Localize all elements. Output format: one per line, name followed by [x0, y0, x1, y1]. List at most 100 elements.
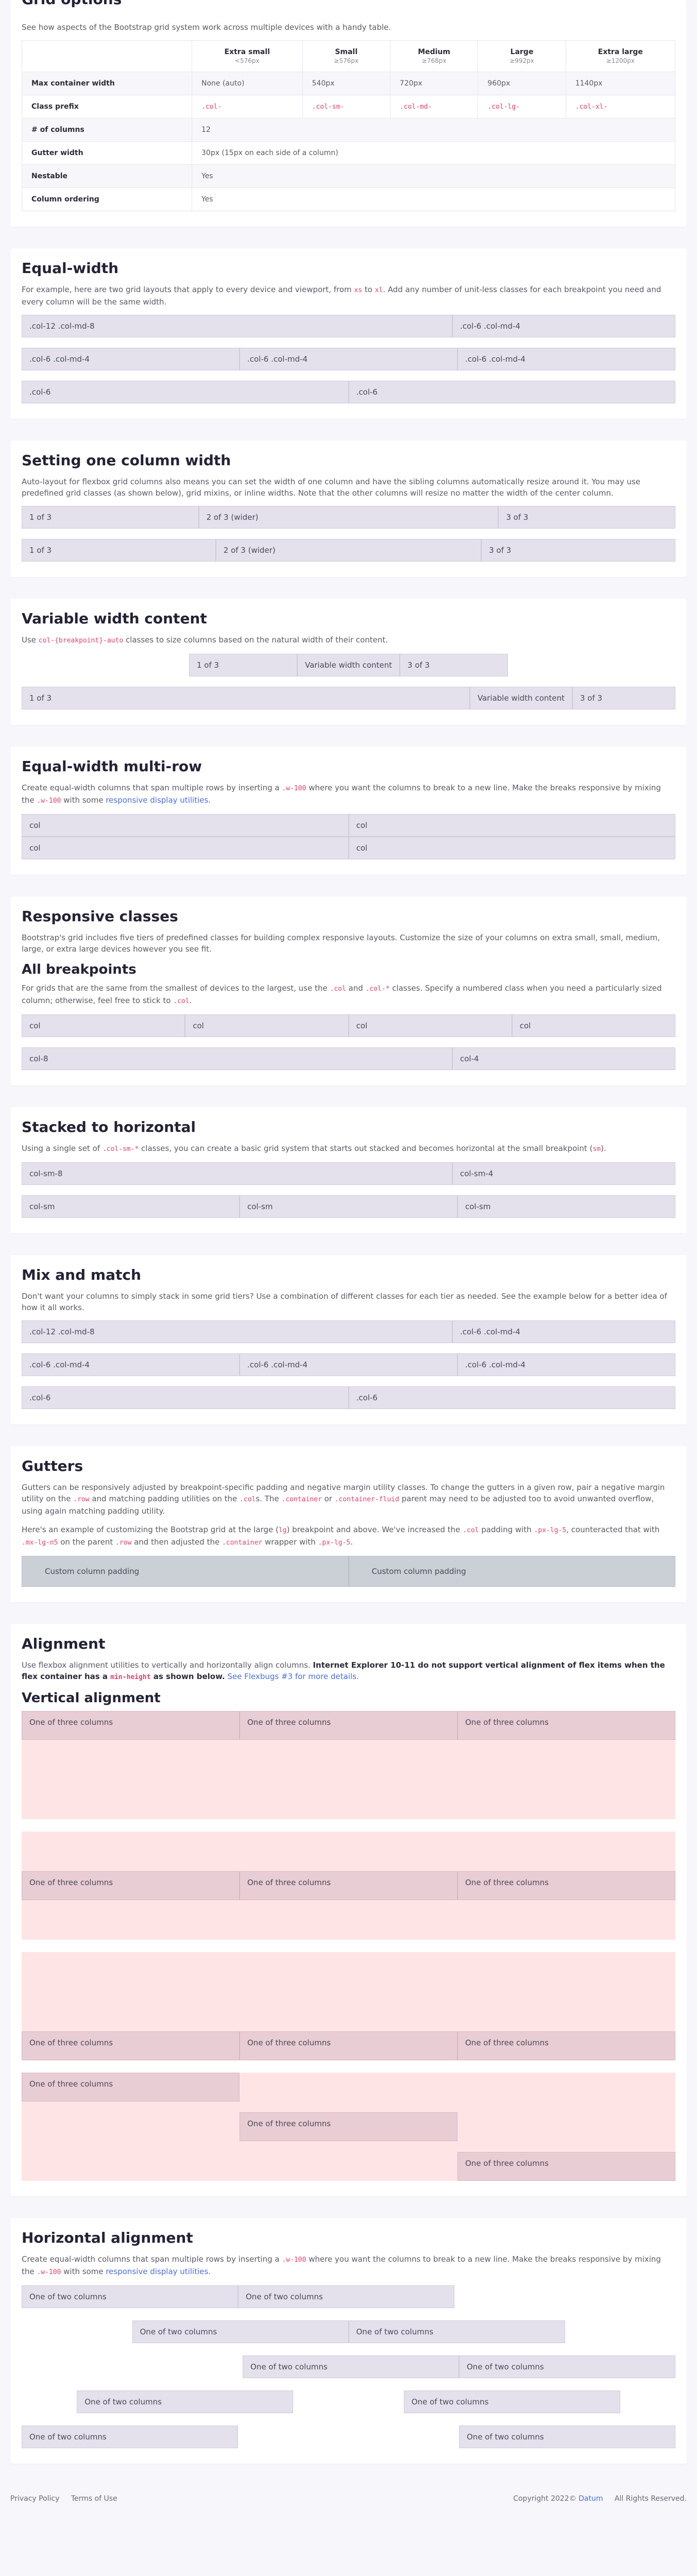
alignment-card: Alignment Use flexbox alignment utilitie… — [10, 1624, 687, 2196]
stacked-text: Using a single set of .col-sm-* classes,… — [22, 1144, 606, 1153]
grid-col: col — [348, 814, 675, 837]
grid-col: 3 of 3 — [481, 539, 675, 562]
grid-options-table: Extra small <576px Small ≥576px Medium ≥768… — [22, 40, 676, 211]
grid-col: .col-6 .col-md-4 — [22, 348, 240, 370]
grid-col: col — [22, 837, 349, 859]
gutters-card: Gutters Gutters can be responsively adju… — [10, 1446, 687, 1602]
grid-col: .col-6 .col-md-4 — [457, 1353, 675, 1376]
equal-width-title: Equal-width — [22, 260, 119, 277]
all-breakpoints-title: All breakpoints — [22, 962, 137, 977]
grid-options-card: Grid options See how aspects of the Boot… — [10, 0, 687, 227]
align-end-row: One of three columns One of three column… — [22, 1952, 675, 2060]
grid-row: col col — [22, 814, 675, 837]
terms-of-use-link[interactable]: Terms of Use — [71, 2495, 117, 2503]
mix-card: Mix and match Don't want your columns to… — [10, 1255, 687, 1425]
horizontal-alignment-text: Create equal-width columns that span mul… — [22, 2255, 661, 2276]
variable-width-title: Variable width content — [22, 610, 207, 627]
multi-row-title: Equal-width multi-row — [22, 758, 202, 775]
grid-col: 2 of 3 (wider) — [215, 539, 482, 562]
gutter-row: Custom column padding Custom column padd… — [22, 1556, 675, 1587]
responsive-utilities-link[interactable]: responsive display utilities — [106, 2267, 208, 2276]
flexbugs-link[interactable]: See Flexbugs #3 for more details. — [225, 1672, 359, 1681]
grid-col: 3 of 3 — [498, 506, 675, 529]
grid-col: .col-6 .col-md-4 — [240, 348, 457, 370]
grid-col: One of two columns — [77, 2391, 294, 2413]
variable-width-card: Variable width content Use col-{breakpoi… — [10, 599, 687, 725]
grid-col: One of three columns — [457, 1871, 675, 1900]
justify-start-row: One of two columns One of two columns — [22, 2285, 675, 2308]
privacy-policy-link[interactable]: Privacy Policy — [10, 2495, 59, 2503]
grid-col: .col-6 .col-md-4 — [452, 1320, 675, 1343]
grid-col: One of two columns — [132, 2320, 349, 2343]
justify-between-row: One of two columns One of two columns — [22, 2426, 675, 2448]
responsive-text: Bootstrap's grid includes five tiers of … — [22, 933, 660, 954]
grid-col: col — [22, 814, 349, 837]
alignment-text: Use flexbox alignment utilities to verti… — [22, 1660, 665, 1681]
grid-col: 1 of 3 — [189, 654, 297, 676]
alignment-title: Alignment — [22, 1635, 106, 1652]
grid-row: col-sm-8 col-sm-4 — [22, 1162, 675, 1185]
vertical-alignment-title: Vertical alignment — [22, 1690, 161, 1706]
grid-col: 1 of 3 — [22, 687, 470, 709]
one-column-title: Setting one column width — [22, 452, 231, 469]
grid-row: col-8 col-4 — [22, 1047, 675, 1070]
gutters-title: Gutters — [22, 1458, 83, 1475]
grid-row: .col-6 .col-md-4 .col-6 .col-md-4 .col-6… — [22, 1353, 675, 1376]
grid-col: One of three columns — [240, 2112, 457, 2141]
grid-options-intro: See how aspects of the Bootstrap grid sy… — [22, 23, 392, 32]
one-column-card: Setting one column width Auto-layout for… — [10, 440, 687, 577]
variable-width-text: Use col-{breakpoint}-auto classes to siz… — [22, 635, 388, 645]
table-header: Extra large ≥1200px — [565, 40, 676, 72]
table-header: Medium ≥768px — [389, 40, 479, 72]
horizontal-alignment-title: Horizontal alignment — [22, 2229, 193, 2246]
equal-width-card: Equal-width For example, here are two gr… — [10, 248, 687, 419]
grid-col: One of three columns — [240, 1711, 457, 1740]
table-row: Gutter width 30px (15px on each side of … — [22, 141, 675, 165]
table-header: Extra small <576px — [192, 40, 303, 72]
grid-col: .col-12 .col-md-8 — [22, 1320, 452, 1343]
grid-row: .col-6 .col-6 — [22, 381, 675, 403]
responsive-card: Responsive classes Bootstrap's grid incl… — [10, 896, 687, 1086]
footer-links: Privacy Policy Terms of Use — [10, 2495, 127, 2503]
grid-col: col-sm — [240, 1195, 457, 1218]
grid-col: col-8 — [22, 1047, 452, 1070]
stacked-title: Stacked to horizontal — [22, 1118, 196, 1136]
grid-col: One of two columns — [348, 2320, 565, 2343]
align-center-row: One of three columns One of three column… — [22, 1832, 675, 1940]
mix-text: Don't want your columns to simply stack … — [22, 1292, 667, 1312]
footer: Privacy Policy Terms of Use Copyright 20… — [10, 2485, 687, 2514]
page: Grid options See how aspects of the Boot… — [0, 0, 697, 2514]
copyright: Copyright 2022© Datum All Rights Reserve… — [513, 2495, 687, 2503]
grid-col: One of three columns — [457, 2152, 675, 2181]
grid-col: One of three columns — [22, 2073, 240, 2102]
grid-row: 1 of 3 2 of 3 (wider) 3 of 3 — [22, 506, 675, 529]
grid-col: One of two columns — [459, 2426, 675, 2448]
brand-link[interactable]: Datum — [579, 2495, 603, 2503]
grid-col: col-sm-4 — [452, 1162, 675, 1185]
grid-col: col — [22, 1014, 185, 1037]
multi-row-card: Equal-width multi-row Create equal-width… — [10, 747, 687, 875]
grid-row: 1 of 3 Variable width content 3 of 3 — [22, 654, 675, 676]
table-row: Max container width None (auto) 540px 72… — [22, 72, 676, 95]
grid-col: One of three columns — [240, 2031, 457, 2060]
grid-col: col-sm — [457, 1195, 675, 1218]
grid-col: col — [348, 837, 675, 859]
grid-col: One of three columns — [457, 1711, 675, 1740]
grid-col: .col-6 — [348, 381, 675, 403]
responsive-utilities-link[interactable]: responsive display utilities — [106, 795, 208, 805]
grid-col: One of three columns — [22, 1711, 240, 1740]
grid-col: 1 of 3 — [22, 506, 199, 529]
grid-col: 3 of 3 — [572, 687, 675, 709]
justify-end-row: One of two columns One of two columns — [22, 2355, 675, 2378]
grid-col: .col-6 — [22, 381, 349, 403]
grid-row: col-sm col-sm col-sm — [22, 1195, 675, 1218]
table-header: Large ≥992px — [478, 40, 566, 72]
grid-col: 1 of 3 — [22, 539, 216, 562]
align-self-row: One of three columns One of three column… — [22, 2073, 675, 2181]
grid-col: Variable width content — [469, 687, 572, 709]
grid-row: .col-6 .col-6 — [22, 1386, 675, 1409]
grid-col: col-sm — [22, 1195, 240, 1218]
grid-row: 1 of 3 Variable width content 3 of 3 — [22, 687, 675, 709]
multi-row-text: Create equal-width columns that span mul… — [22, 783, 661, 805]
grid-col: One of three columns — [22, 1871, 240, 1900]
